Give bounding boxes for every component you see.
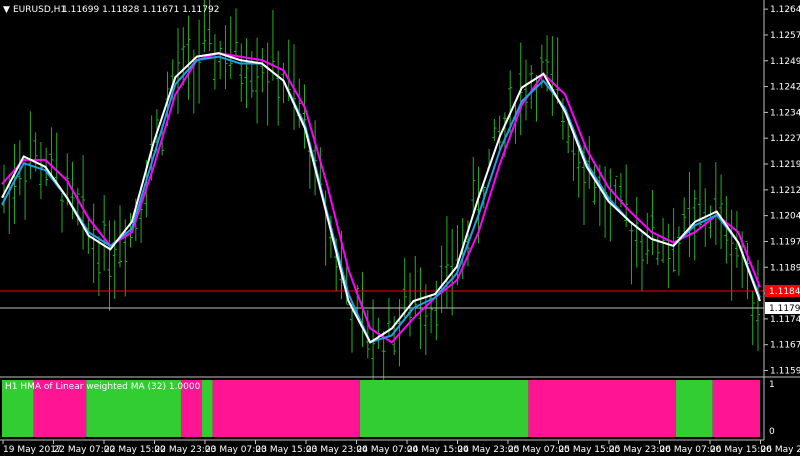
histogram-segment-green <box>202 380 213 437</box>
price-tick-label: 1.12048 <box>770 212 800 222</box>
indicator-scale-top: 1 <box>769 380 775 390</box>
histogram-segment-green <box>359 380 529 437</box>
price-tick-label: 1.11673 <box>770 341 800 351</box>
price-tick-label: 1.12348 <box>770 108 800 118</box>
price-tick-label: 1.11598 <box>770 367 800 377</box>
time-label: 26 May 23:00 <box>761 445 800 455</box>
price-tick-label: 1.12273 <box>770 134 800 144</box>
histogram-segment-pink <box>712 380 760 437</box>
price-tick-label: 1.11748 <box>770 315 800 325</box>
indicator-scale-bottom: 0 <box>769 427 775 437</box>
price-tick-label: 1.12498 <box>770 57 800 67</box>
histogram-segment-green <box>675 380 713 437</box>
chart-window[interactable]: ▼ EURUSD,H1 1.11699 1.11828 1.11671 1.11… <box>0 0 800 456</box>
price-tick-label: 1.11973 <box>770 237 800 247</box>
indicator-label: H1 HMA of Linear weighted MA (32) 1.0000 <box>5 382 201 392</box>
histogram-segment-pink <box>528 380 676 437</box>
ohlc-values: 1.11699 1.11828 1.11671 1.11792 <box>62 5 219 15</box>
price-tick-label: 1.11898 <box>770 263 800 273</box>
time-axis[interactable]: 19 May 201722 May 07:0022 May 15:0022 Ma… <box>2 440 800 455</box>
close-price-label: 1.11792 <box>769 304 800 314</box>
price-tick-label: 1.12648 <box>770 5 800 15</box>
price-panel[interactable] <box>0 0 764 375</box>
histogram-segment-pink <box>212 380 360 437</box>
bid-price-label: 1.11840 <box>769 287 800 297</box>
price-tick-label: 1.12423 <box>770 83 800 93</box>
price-tick-label: 1.12573 <box>770 31 800 41</box>
price-tick-label: 1.12123 <box>770 186 800 196</box>
dropdown-arrow-icon[interactable]: ▼ <box>3 5 10 15</box>
price-tick-label: 1.12198 <box>770 160 800 170</box>
symbol-timeframe: EURUSD,H1 <box>13 5 66 15</box>
price-axis[interactable]: 1.12648 1.12573 1.12498 1.12423 1.12348 1.122… <box>764 5 800 377</box>
